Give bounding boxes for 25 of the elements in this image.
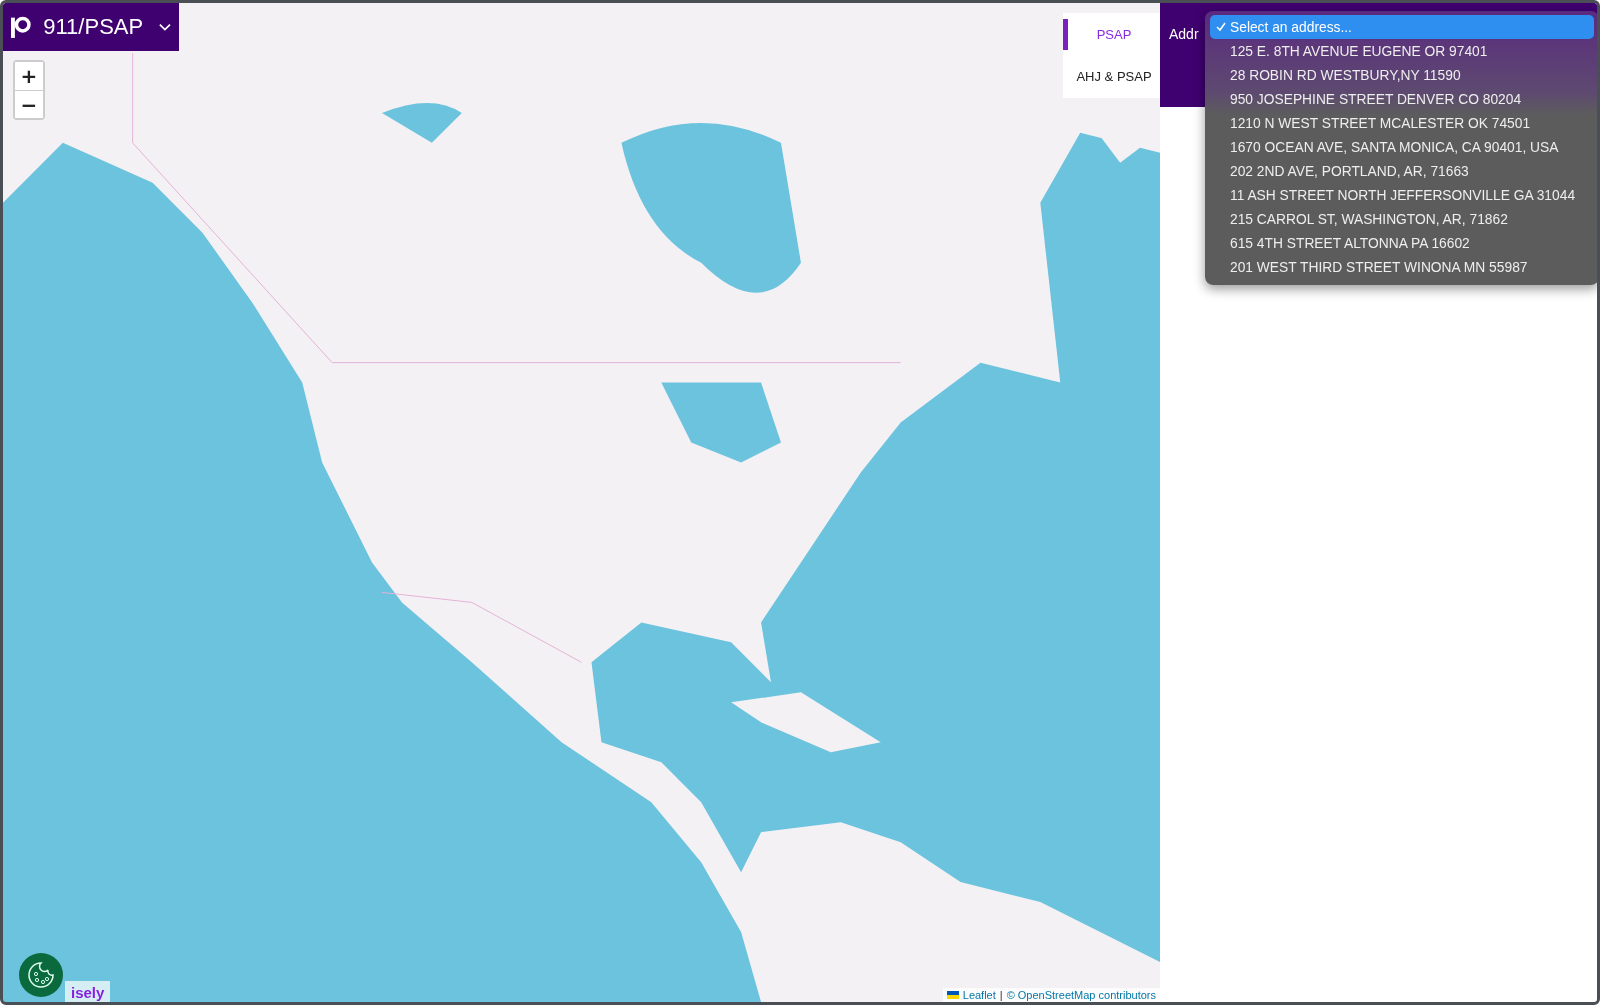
address-option[interactable]: Select an address... <box>1210 15 1594 39</box>
separator: | <box>999 989 1003 1001</box>
zoom-out-button[interactable]: − <box>15 90 43 118</box>
address-option[interactable]: 950 JOSEPHINE STREET DENVER CO 80204 <box>1210 87 1594 111</box>
tab[interactable]: AHJ & PSAP <box>1063 61 1160 93</box>
cookie-icon <box>26 960 56 990</box>
address-option[interactable]: 1670 OCEAN AVE, SANTA MONICA, CA 90401, USA <box>1210 135 1594 159</box>
check-icon <box>1216 22 1226 32</box>
brand-logo-text: isely <box>71 983 105 1001</box>
address-option[interactable]: 615 4TH STREET ALTONNA PA 16602 <box>1210 231 1594 255</box>
address-option[interactable]: 125 E. 8TH AVENUE EUGENE OR 97401 <box>1210 39 1594 63</box>
address-option[interactable]: 1210 N WEST STREET MCALESTER OK 74501 <box>1210 111 1594 135</box>
logo-icon <box>11 14 32 40</box>
address-option[interactable]: 28 ROBIN RD WESTBURY,NY 11590 <box>1210 63 1594 87</box>
app-menu-bar[interactable]: 911/PSAP <box>3 3 179 51</box>
chevron-down-icon <box>159 22 171 32</box>
address-option[interactable]: 215 CARROL ST, WASHINGTON, AR, 71862 <box>1210 207 1594 231</box>
address-option[interactable]: 11 ASH STREET NORTH JEFFERSONVILLE GA 31044 <box>1210 183 1594 207</box>
flag-icon <box>946 991 959 999</box>
address-label: Addr <box>1169 26 1199 42</box>
address-option[interactable]: 202 2ND AVE, PORTLAND, AR, 71663 <box>1210 159 1594 183</box>
leaflet-link[interactable]: Leaflet <box>962 989 996 1001</box>
openstreetmap-link[interactable]: © OpenStreetMap contributors <box>1006 989 1156 1001</box>
address-option[interactable]: 201 WEST THIRD STREET WINONA MN 55987 <box>1210 255 1594 279</box>
app-title: 911/PSAP <box>43 14 144 40</box>
